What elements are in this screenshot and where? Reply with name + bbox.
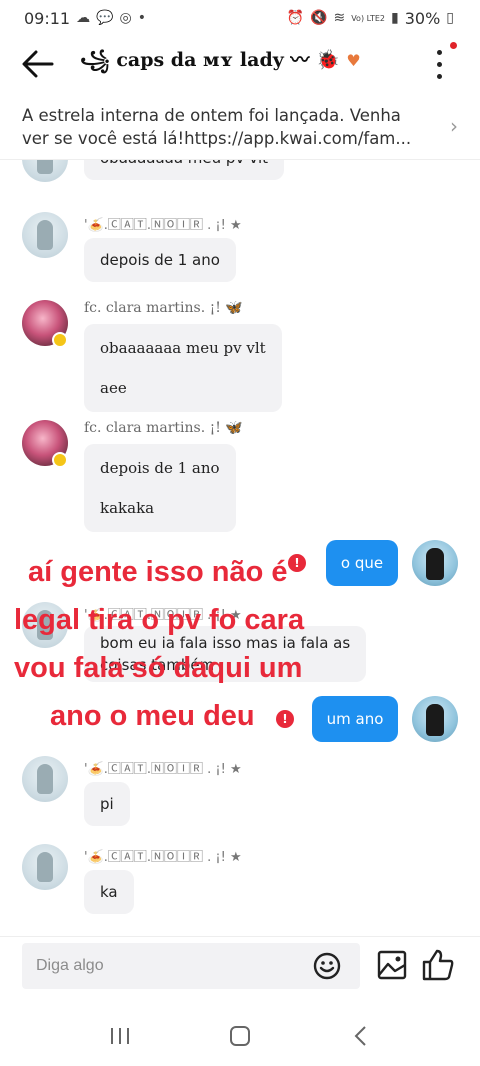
wifi-icon: ≋ <box>333 10 346 26</box>
announcement-text: A estrela interna de ontem foi lançada. … <box>22 105 412 148</box>
message-bubble[interactable]: depois de 1 ano <box>84 238 236 282</box>
chevron-right-icon: › <box>450 114 458 138</box>
thumbs-up-icon[interactable] <box>420 947 456 983</box>
mute-icon: 🔇 <box>310 10 328 26</box>
more-vertical-icon <box>436 49 442 55</box>
heart-shield-icon: ♥ <box>346 50 361 70</box>
network-label: Vo) LTE2 <box>351 13 385 23</box>
message-text: obaaaaaaa meu pv vlt <box>100 160 268 180</box>
send-failed-icon[interactable]: ! <box>276 710 294 728</box>
message-bubble[interactable]: depois de 1 ano kakaka <box>84 444 236 532</box>
recents-button[interactable] <box>100 1016 140 1056</box>
notification-dot-icon: • <box>137 10 147 26</box>
message-text: kakaka <box>100 499 155 517</box>
vip-badge-icon <box>52 332 68 348</box>
arrow-left-icon <box>22 50 54 78</box>
message-text: bom eu ia fala isso mas ia fala as <box>100 634 351 652</box>
sender-name: '🍝.🄲🄰🅃.🄽🄾🄸🅁 . ¡! ★ <box>84 218 242 233</box>
title-eye-icon: 〰 <box>290 48 310 71</box>
send-failed-icon[interactable]: ! <box>288 554 306 572</box>
chat-header: ꧁ caps da ᴍʏ lady 〰 🐞 ♥ <box>0 36 480 92</box>
image-icon[interactable] <box>376 949 408 981</box>
more-dot-3 <box>436 73 442 79</box>
message-list[interactable]: obaaaaaaa meu pv vlt '🍝.🄲🄰🅃.🄽🄾🄸🅁 . ¡! ★ … <box>0 160 480 935</box>
more-dot-2 <box>436 61 442 67</box>
message-text: um ano <box>326 710 384 728</box>
sender-name: '🍝.🄲🄰🅃.🄽🄾🄸🅁 . ¡! ★ <box>84 608 242 623</box>
avatar[interactable] <box>22 602 68 648</box>
chat-title: ꧁ caps da ᴍʏ lady 〰 🐞 ♥ <box>80 45 361 84</box>
signal-icon: ▮ <box>391 10 399 26</box>
message-text: pi <box>100 795 114 813</box>
avatar[interactable] <box>22 160 68 182</box>
message-text: obaaaaaaa meu pv vlt <box>100 339 266 357</box>
system-back-button[interactable] <box>340 1016 380 1056</box>
my-avatar[interactable] <box>412 540 458 586</box>
battery-level: 30% <box>404 8 441 28</box>
home-button[interactable] <box>220 1016 260 1056</box>
battery-icon: ▯ <box>446 10 454 26</box>
message-bubble[interactable]: obaaaaaaa meu pv vlt aee <box>84 324 282 412</box>
avatar[interactable] <box>22 212 68 258</box>
vip-badge-icon <box>52 452 68 468</box>
more-options-button[interactable] <box>424 42 457 86</box>
home-icon <box>230 1026 250 1046</box>
message-input[interactable] <box>36 943 306 989</box>
my-avatar[interactable] <box>412 696 458 742</box>
avatar[interactable] <box>22 756 68 802</box>
sender-name: '🍝.🄲🄰🅃.🄽🄾🄸🅁 . ¡! ★ <box>84 762 242 777</box>
composer-box[interactable] <box>22 943 360 989</box>
message-bubble[interactable]: ka <box>84 870 134 914</box>
message-text: coisas também <box>100 656 215 674</box>
message-bubble-outgoing[interactable]: o que <box>326 540 398 586</box>
message-text: depois de 1 ano <box>100 459 220 477</box>
notification-badge <box>450 42 457 49</box>
alarm-icon: ⏰ <box>286 10 305 26</box>
cloud-icon: ☁ <box>76 10 91 26</box>
message-text: depois de 1 ano <box>100 251 220 269</box>
composer-bar <box>0 936 480 996</box>
status-bar: 09:11 ☁ 💬 ◎ • ⏰ 🔇 ≋ Vo) LTE2 ▮ 30% ▯ <box>0 0 480 36</box>
sender-name: fc. clara martins. ¡! 🦋 <box>84 420 243 436</box>
message-text: ka <box>100 883 118 901</box>
message-bubble[interactable]: pi <box>84 782 130 826</box>
chevron-left-icon <box>354 1026 366 1046</box>
chat-bubble-icon: 💬 <box>96 10 114 26</box>
sender-name: '🍝.🄲🄰🅃.🄽🄾🄸🅁 . ¡! ★ <box>84 850 242 865</box>
avatar[interactable] <box>22 844 68 890</box>
message-bubble-outgoing[interactable]: um ano <box>312 696 398 742</box>
status-time: 09:11 <box>24 8 71 28</box>
back-button[interactable] <box>12 40 64 88</box>
message-bubble[interactable]: bom eu ia fala isso mas ia fala as coisa… <box>84 626 367 682</box>
ladybug-icon: 🐞 <box>316 48 340 71</box>
title-swirl-icon: ꧁ <box>80 48 110 71</box>
recents-icon <box>111 1028 129 1044</box>
message-text: aee <box>100 379 127 397</box>
message-text: o que <box>340 554 384 572</box>
chat-title-text: caps da ᴍʏ lady <box>116 48 284 71</box>
emoji-icon[interactable] <box>312 951 342 981</box>
message-bubble[interactable]: obaaaaaaa meu pv vlt <box>84 160 285 180</box>
announcement-banner[interactable]: A estrela interna de ontem foi lançada. … <box>0 94 480 160</box>
system-nav-bar <box>0 1006 480 1066</box>
sender-name: fc. clara martins. ¡! 🦋 <box>84 300 243 316</box>
whatsapp-icon: ◎ <box>119 10 132 26</box>
